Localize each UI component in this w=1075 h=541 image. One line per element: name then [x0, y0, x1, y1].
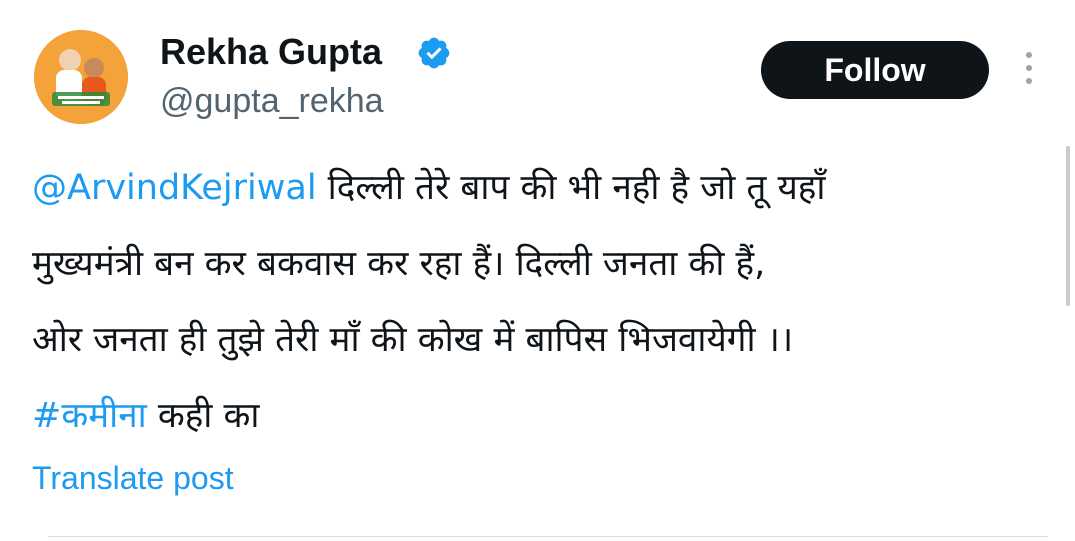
user-handle[interactable]: @gupta_rekha: [160, 80, 384, 122]
translate-post-link[interactable]: Translate post: [32, 458, 234, 498]
more-vertical-icon[interactable]: [1019, 52, 1039, 90]
mention-link[interactable]: @ArvindKejriwal: [32, 168, 317, 208]
tweet-text-segment: दिल्ली तेरे बाप की भी नही है जो तू यहाँ: [316, 168, 826, 208]
avatar[interactable]: [34, 30, 128, 124]
hashtag-link[interactable]: #कमीना: [32, 396, 147, 436]
tweet-line-1: @ArvindKejriwal दिल्ली तेरे बाप की भी नह…: [32, 150, 1062, 226]
display-name[interactable]: Rekha Gupta: [160, 30, 382, 74]
tweet-line-3: ओर जनता ही तुझे तेरी माँ की कोख में बापि…: [32, 320, 794, 360]
follow-button[interactable]: Follow: [761, 41, 989, 99]
tweet-line-2: मुख्यमंत्री बन कर बकवास कर रहा हैं। दिल्…: [32, 244, 766, 284]
scrollbar[interactable]: [1066, 146, 1070, 306]
verified-badge-icon: [418, 37, 450, 69]
tweet-line-4: #कमीना कही का: [32, 378, 1062, 454]
tweet-body: @ArvindKejriwal दिल्ली तेरे बाप की भी नह…: [32, 150, 1062, 454]
divider: [48, 536, 1048, 537]
tweet-text-segment: कही का: [146, 396, 260, 436]
avatar-image: [34, 30, 128, 124]
